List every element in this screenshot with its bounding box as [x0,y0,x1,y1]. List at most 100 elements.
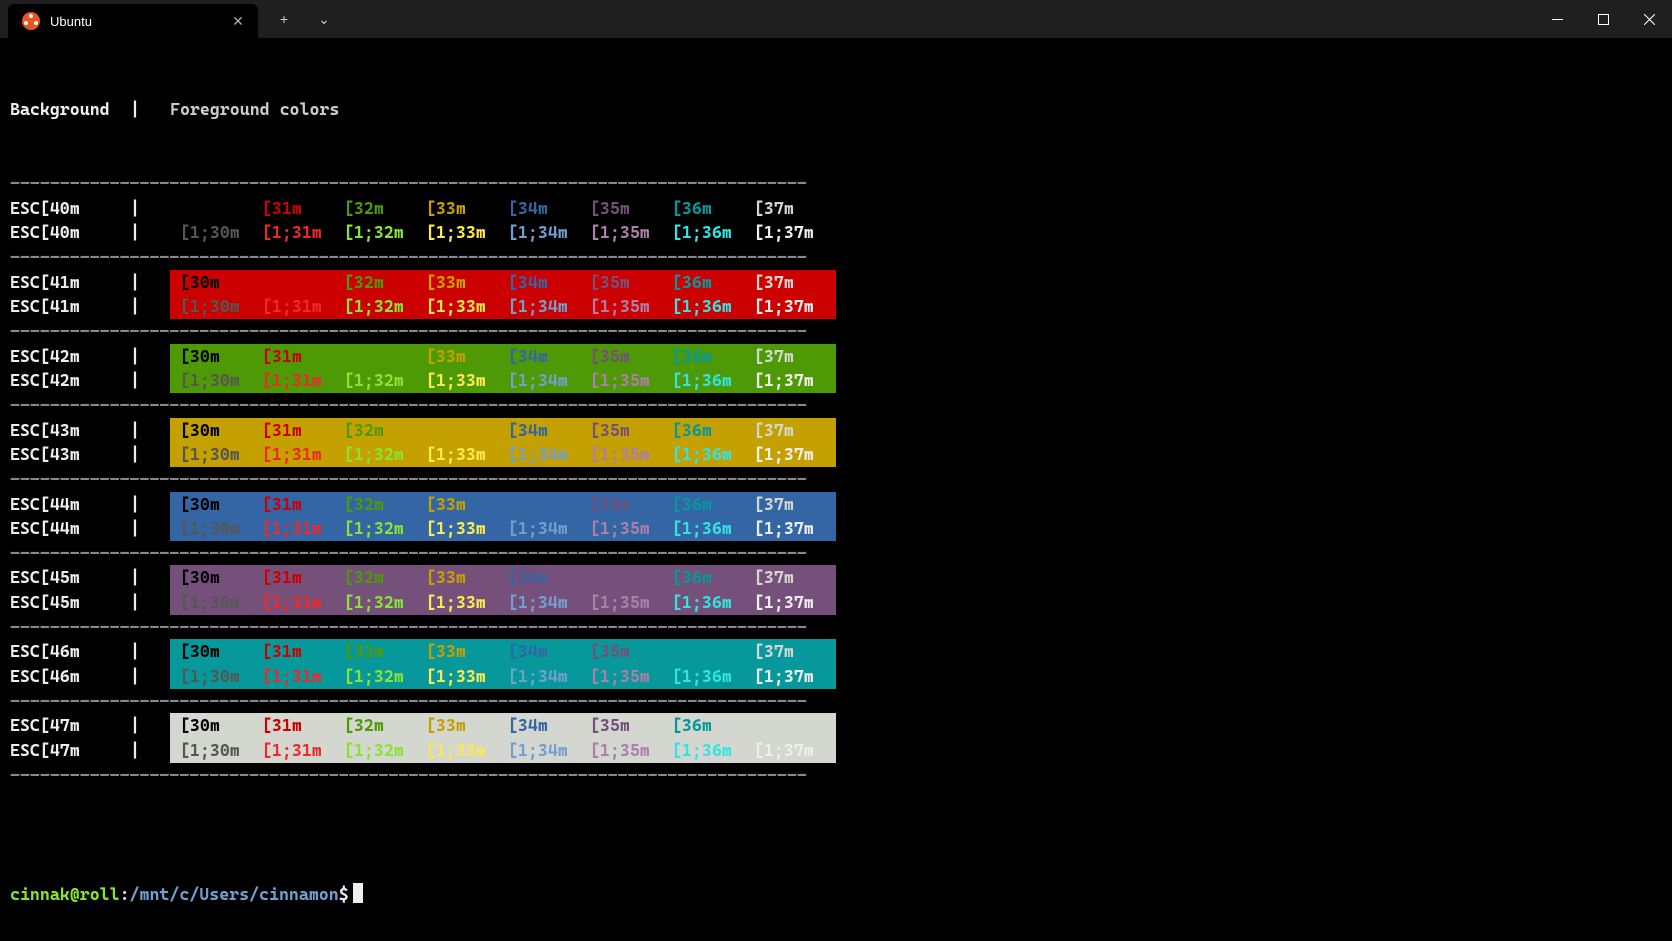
row-separator: | [130,516,170,541]
tab-ubuntu[interactable]: Ubuntu ✕ [8,4,258,38]
fg-code-cell: [33m [426,196,508,221]
fg-code-cell: [34m [508,713,590,738]
fg-code-cell: [1;32m [344,220,426,245]
fg-code-cell: [1;30m [180,664,262,689]
fg-code-cell: [37m [754,270,836,295]
fg-code-cell: [1;35m [590,442,672,467]
fg-code-cell: [1;30m [180,738,262,763]
fg-code-cell: [33m [426,565,508,590]
fg-code-cell [754,713,836,738]
fg-code-cell: [33m [426,492,508,517]
fg-code-cell: [31m [262,713,344,738]
fg-code-cell [590,565,672,590]
row-separator: | [130,368,170,393]
fg-code-cell: [31m [262,344,344,369]
fg-code-cell: [1;36m [672,516,754,541]
fg-code-cell: [1;32m [344,516,426,541]
color-row: ESC[40m| [31m [32m [33m [34m [35m [36m [… [10,196,1662,221]
minimize-button[interactable] [1534,0,1580,38]
header-separator: | [130,97,170,122]
divider: ----------------------------------------… [10,541,1662,566]
tab-close-button[interactable]: ✕ [228,13,248,30]
color-strip: [30m [31m [32m [33m [35m [36m [37m [170,492,836,517]
prompt-colon: : [120,884,130,904]
fg-code-cell: [1;37m [754,442,836,467]
fg-code-cell: [1;34m [508,590,590,615]
fg-code-cell: [34m [508,270,590,295]
fg-code-cell: [32m [344,418,426,443]
header-background-label: Background [10,97,130,122]
divider: ----------------------------------------… [10,171,1662,196]
fg-code-cell: [1;31m [262,220,344,245]
fg-code-cell: [31m [262,418,344,443]
fg-code-cell: [1;35m [590,368,672,393]
new-tab-button[interactable]: + [264,0,304,38]
row-separator: | [130,418,170,443]
divider: ----------------------------------------… [10,467,1662,492]
divider: ----------------------------------------… [10,245,1662,270]
fg-code-cell: [30m [180,492,262,517]
fg-code-cell: [32m [344,270,426,295]
fg-code-cell: [1;31m [262,738,344,763]
fg-code-cell: [1;36m [672,590,754,615]
fg-code-cell: [1;36m [672,294,754,319]
fg-code-cell: [31m [262,492,344,517]
bg-code-label: ESC[43m [10,442,130,467]
bg-code-label: ESC[41m [10,294,130,319]
tab-dropdown-button[interactable]: ⌄ [304,0,344,38]
fg-code-cell: [1;34m [508,442,590,467]
fg-code-cell: [30m [180,639,262,664]
prompt-line: cinnak@roll:/mnt/c/Users/cinnamon$ [10,882,1662,907]
fg-code-cell: [1;34m [508,516,590,541]
color-strip: [1;30m [1;31m [1;32m [1;33m [1;34m [1;35… [170,220,836,245]
row-separator: | [130,565,170,590]
fg-code-cell: [1;32m [344,442,426,467]
fg-code-cell: [35m [590,418,672,443]
color-row: ESC[41m| [1;30m [1;31m [1;32m [1;33m [1;… [10,294,1662,319]
fg-code-cell: [30m [180,344,262,369]
fg-code-cell: [34m [508,418,590,443]
fg-code-cell: [1;36m [672,664,754,689]
fg-code-cell: [1;36m [672,368,754,393]
row-separator: | [130,492,170,517]
color-strip: [1;30m [1;31m [1;32m [1;33m [1;34m [1;35… [170,738,836,763]
bg-code-label: ESC[42m [10,344,130,369]
color-row: ESC[47m| [30m [31m [32m [33m [34m [35m [… [10,713,1662,738]
color-strip: [31m [32m [33m [34m [35m [36m [37m [170,196,836,221]
divider: ----------------------------------------… [10,319,1662,344]
bg-code-label: ESC[46m [10,664,130,689]
divider: ----------------------------------------… [10,763,1662,788]
fg-code-cell: [1;30m [180,220,262,245]
fg-code-cell: [1;35m [590,294,672,319]
fg-code-cell: [1;33m [426,590,508,615]
fg-code-cell: [1;31m [262,442,344,467]
fg-code-cell: [1;34m [508,220,590,245]
fg-code-cell: [1;31m [262,516,344,541]
maximize-button[interactable] [1580,0,1626,38]
color-row: ESC[40m| [1;30m [1;31m [1;32m [1;33m [1;… [10,220,1662,245]
fg-code-cell: [1;35m [590,220,672,245]
color-row: ESC[44m| [1;30m [1;31m [1;32m [1;33m [1;… [10,516,1662,541]
fg-code-cell: [1;34m [508,294,590,319]
fg-code-cell: [36m [672,344,754,369]
bg-code-label: ESC[40m [10,196,130,221]
fg-code-cell: [34m [508,565,590,590]
fg-code-cell: [1;32m [344,738,426,763]
fg-code-cell: [36m [672,196,754,221]
fg-code-cell: [1;30m [180,442,262,467]
divider: ----------------------------------------… [10,393,1662,418]
color-row: ESC[45m| [30m [31m [32m [33m [34m [36m [… [10,565,1662,590]
fg-code-cell [262,270,344,295]
row-separator: | [130,196,170,221]
fg-code-cell: [1;33m [426,368,508,393]
fg-code-cell: [1;37m [754,516,836,541]
fg-code-cell: [31m [262,565,344,590]
terminal-output[interactable]: Background | Foreground colors ---------… [0,38,1672,941]
fg-code-cell: [1;36m [672,738,754,763]
bg-code-label: ESC[45m [10,565,130,590]
fg-code-cell: [37m [754,418,836,443]
color-row: ESC[46m| [1;30m [1;31m [1;32m [1;33m [1;… [10,664,1662,689]
fg-code-cell [426,418,508,443]
close-button[interactable] [1626,0,1672,38]
color-row: ESC[42m| [1;30m [1;31m [1;32m [1;33m [1;… [10,368,1662,393]
